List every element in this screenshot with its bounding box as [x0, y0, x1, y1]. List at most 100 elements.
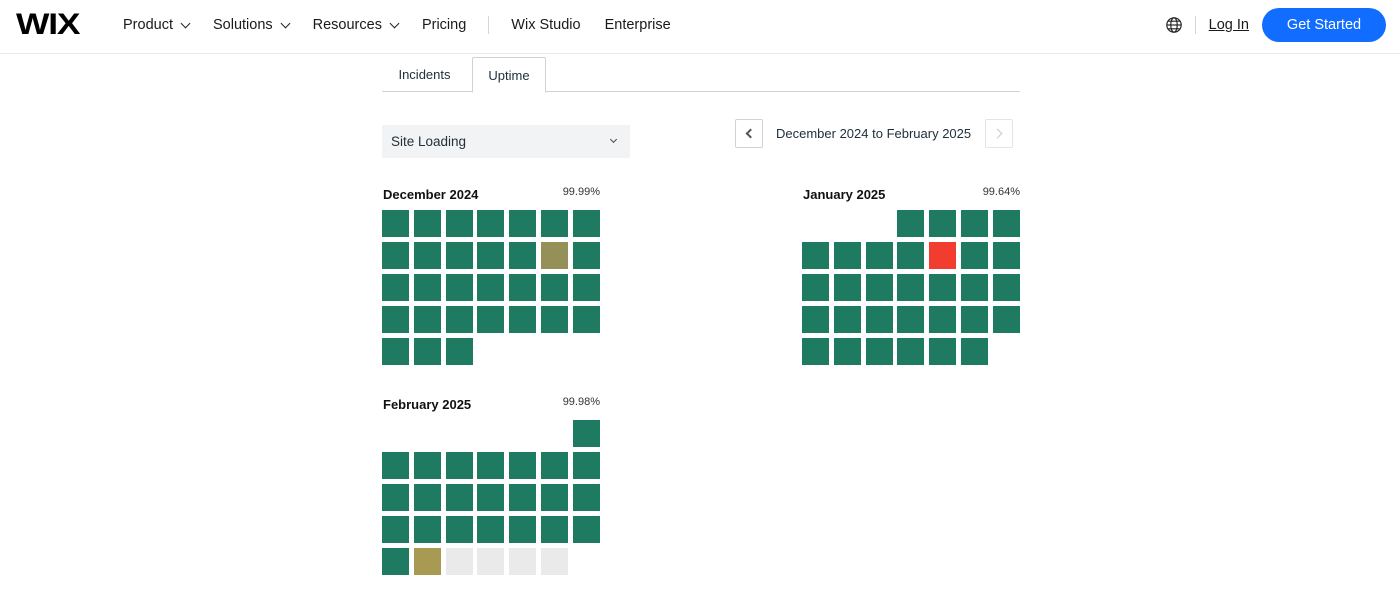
day-cell-14[interactable]	[540, 484, 568, 511]
day-cell-17[interactable]	[413, 516, 441, 543]
day-cell-18[interactable]	[477, 274, 505, 301]
component-select[interactable]: Site Loading	[382, 125, 630, 158]
day-cell-4[interactable]	[445, 452, 473, 479]
day-cell-14[interactable]	[865, 274, 893, 301]
day-cell-26[interactable]	[802, 338, 829, 365]
day-cell-2[interactable]	[382, 452, 409, 479]
day-cell-16[interactable]	[929, 274, 957, 301]
day-cell-24[interactable]	[445, 306, 473, 333]
day-cell-27[interactable]	[540, 306, 568, 333]
day-cell-19[interactable]	[477, 516, 505, 543]
nav-product[interactable]: Product	[123, 17, 191, 33]
login-link[interactable]: Log In	[1209, 17, 1249, 33]
day-cell-9[interactable]	[413, 242, 441, 269]
day-cell-14[interactable]	[572, 242, 600, 269]
day-cell-6[interactable]	[833, 242, 861, 269]
get-started-button[interactable]: Get Started	[1262, 8, 1386, 42]
day-cell-8[interactable]	[897, 242, 925, 269]
day-cell-17[interactable]	[960, 274, 988, 301]
day-cell-3[interactable]	[413, 452, 441, 479]
tab-incidents[interactable]: Incidents	[382, 57, 467, 92]
day-cell-7[interactable]	[865, 242, 893, 269]
day-cell-10[interactable]	[445, 242, 473, 269]
day-cell-22[interactable]	[897, 306, 925, 333]
day-cell-11[interactable]	[477, 242, 505, 269]
day-cell-20[interactable]	[509, 516, 537, 543]
nav-enterprise[interactable]: Enterprise	[605, 17, 671, 33]
day-cell-11[interactable]	[445, 484, 473, 511]
day-cell-31[interactable]	[960, 338, 988, 365]
day-cell-7[interactable]	[572, 210, 600, 237]
day-cell-12[interactable]	[477, 484, 505, 511]
globe-icon[interactable]	[1165, 16, 1183, 34]
day-cell-23[interactable]	[929, 306, 957, 333]
day-cell-17[interactable]	[445, 274, 473, 301]
day-cell-8[interactable]	[382, 242, 409, 269]
tab-uptime[interactable]: Uptime	[472, 57, 546, 93]
day-cell-7[interactable]	[540, 452, 568, 479]
day-cell-27[interactable]	[833, 338, 861, 365]
day-cell-15[interactable]	[382, 274, 409, 301]
wix-logo[interactable]: WIX	[16, 8, 81, 42]
day-cell-5[interactable]	[509, 210, 537, 237]
day-cell-22[interactable]	[572, 516, 600, 543]
day-cell-22[interactable]	[382, 306, 409, 333]
day-cell-6[interactable]	[540, 210, 568, 237]
previous-range-button[interactable]	[735, 119, 763, 148]
next-range-button[interactable]	[985, 119, 1014, 148]
day-cell-25[interactable]	[992, 306, 1020, 333]
day-cell-10[interactable]	[413, 484, 441, 511]
nav-pricing[interactable]: Pricing	[422, 17, 466, 33]
day-cell-26[interactable]	[509, 306, 537, 333]
day-cell-3[interactable]	[445, 210, 473, 237]
day-cell-13[interactable]	[509, 484, 537, 511]
day-cell-1[interactable]	[897, 210, 925, 237]
day-cell-19[interactable]	[802, 306, 829, 333]
day-cell-3[interactable]	[960, 210, 988, 237]
day-cell-15[interactable]	[572, 484, 600, 511]
day-cell-19[interactable]	[509, 274, 537, 301]
day-cell-1[interactable]	[572, 420, 600, 447]
day-cell-5[interactable]	[802, 242, 829, 269]
day-cell-30[interactable]	[929, 338, 957, 365]
day-cell-2[interactable]	[929, 210, 957, 237]
day-cell-18[interactable]	[992, 274, 1020, 301]
day-cell-10[interactable]	[960, 242, 988, 269]
day-cell-13[interactable]	[540, 242, 568, 269]
day-cell-21[interactable]	[865, 306, 893, 333]
nav-resources[interactable]: Resources	[313, 17, 400, 33]
day-cell-23[interactable]	[382, 548, 409, 575]
day-cell-8[interactable]	[572, 452, 600, 479]
day-cell-29[interactable]	[382, 338, 409, 365]
day-cell-5[interactable]	[477, 452, 505, 479]
day-cell-16[interactable]	[413, 274, 441, 301]
day-cell-20[interactable]	[833, 306, 861, 333]
day-cell-28[interactable]	[572, 306, 600, 333]
day-cell-9[interactable]	[929, 242, 957, 269]
day-cell-15[interactable]	[897, 274, 925, 301]
day-cell-24[interactable]	[960, 306, 988, 333]
day-cell-12[interactable]	[509, 242, 537, 269]
day-cell-21[interactable]	[540, 516, 568, 543]
day-cell-25[interactable]	[477, 306, 505, 333]
day-cell-20[interactable]	[540, 274, 568, 301]
day-cell-9[interactable]	[382, 484, 409, 511]
day-cell-12[interactable]	[802, 274, 829, 301]
day-cell-2[interactable]	[413, 210, 441, 237]
day-cell-23[interactable]	[413, 306, 441, 333]
day-cell-28[interactable]	[865, 338, 893, 365]
day-cell-16[interactable]	[382, 516, 409, 543]
day-cell-18[interactable]	[445, 516, 473, 543]
day-cell-1[interactable]	[382, 210, 409, 237]
day-cell-24[interactable]	[413, 548, 441, 575]
day-cell-4[interactable]	[477, 210, 505, 237]
day-cell-29[interactable]	[897, 338, 925, 365]
day-cell-21[interactable]	[572, 274, 600, 301]
day-cell-13[interactable]	[833, 274, 861, 301]
nav-solutions[interactable]: Solutions	[213, 17, 291, 33]
day-cell-4[interactable]	[992, 210, 1020, 237]
nav-wix-studio[interactable]: Wix Studio	[511, 17, 580, 33]
day-cell-30[interactable]	[413, 338, 441, 365]
day-cell-6[interactable]	[509, 452, 537, 479]
day-cell-31[interactable]	[445, 338, 473, 365]
